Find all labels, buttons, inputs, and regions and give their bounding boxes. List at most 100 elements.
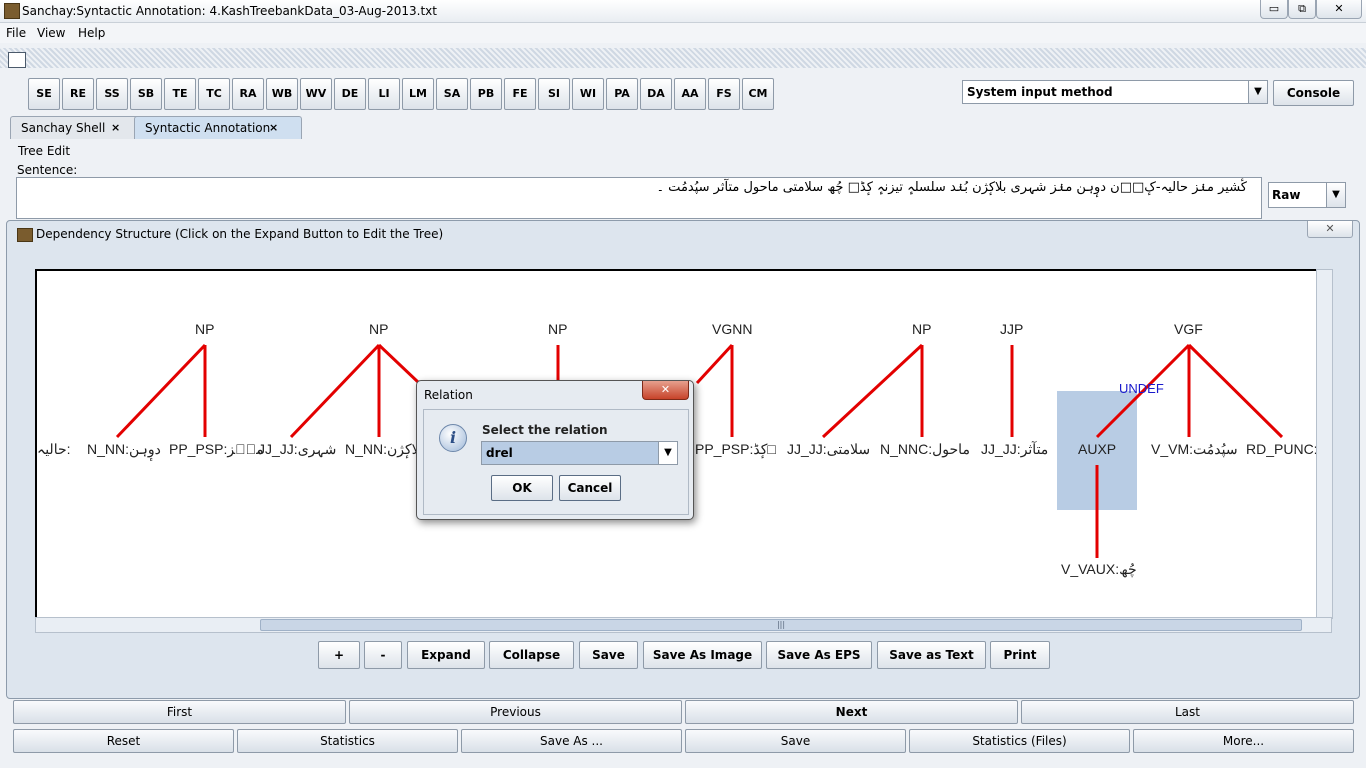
expand-button[interactable]: Expand xyxy=(407,641,485,669)
format-value: Raw xyxy=(1272,188,1301,202)
tab-label: Sanchay Shell xyxy=(21,121,106,135)
tree-edge xyxy=(1187,343,1284,439)
toolbar-button-wv[interactable]: WV xyxy=(300,78,332,110)
toolbar-button-si[interactable]: SI xyxy=(538,78,570,110)
toolbar-button-aa[interactable]: AA xyxy=(674,78,706,110)
tab-syntactic-annotation[interactable]: Syntactic Annotation × xyxy=(134,116,302,139)
menu-file[interactable]: File xyxy=(6,26,26,40)
app-icon xyxy=(4,3,20,19)
close-window-button[interactable]: ✕ xyxy=(1316,0,1362,19)
close-dependency-button[interactable]: ✕ xyxy=(1307,221,1353,238)
frame-icon[interactable] xyxy=(8,52,26,68)
toolbar-button-te[interactable]: TE xyxy=(164,78,196,110)
toolbar-button-sa[interactable]: SA xyxy=(436,78,468,110)
tree-edge xyxy=(821,343,924,439)
close-icon[interactable]: × xyxy=(111,117,120,139)
tree-edit-heading: Tree Edit xyxy=(18,144,71,158)
toolbar-button-re[interactable]: RE xyxy=(62,78,94,110)
minimize-button[interactable]: ▭ xyxy=(1260,0,1288,19)
toolbar-button-pa[interactable]: PA xyxy=(606,78,638,110)
close-icon[interactable]: × xyxy=(269,117,278,139)
leaf-node[interactable]: V_VM:سپُدمُت xyxy=(1151,441,1238,458)
next-button[interactable]: Next xyxy=(685,700,1018,724)
chevron-down-icon[interactable]: ▼ xyxy=(1248,81,1267,103)
close-dialog-button[interactable]: ✕ xyxy=(642,381,689,400)
toolbar-button-fe[interactable]: FE xyxy=(504,78,536,110)
leaf-node[interactable]: N_NN:بلاکٕژن xyxy=(345,441,424,458)
collapse-button[interactable]: Collapse xyxy=(489,641,574,669)
toolbar-button-wi[interactable]: WI xyxy=(572,78,604,110)
leaf-node[interactable]: N_NN:دوٕہن xyxy=(87,441,161,458)
save-file-button[interactable]: Save xyxy=(685,729,906,753)
toolbar-button-lm[interactable]: LM xyxy=(402,78,434,110)
relation-select[interactable]: drel ▼ xyxy=(481,441,678,465)
toolbar-button-ss[interactable]: SS xyxy=(96,78,128,110)
input-method-select[interactable]: System input method ▼ xyxy=(962,80,1268,104)
chevron-down-icon[interactable]: ▼ xyxy=(658,442,677,464)
app-icon xyxy=(17,228,33,242)
toolbar-button-wb[interactable]: WB xyxy=(266,78,298,110)
save-button[interactable]: Save xyxy=(579,641,638,669)
horizontal-scrollbar[interactable]: ||| xyxy=(35,617,1332,633)
leaf-node[interactable]: RD_PUNC: xyxy=(1246,441,1316,457)
dialog-title: Relation xyxy=(424,388,473,402)
relation-label[interactable]: UNDEF xyxy=(1119,381,1164,396)
format-select[interactable]: Raw ▼ xyxy=(1268,182,1346,208)
toolbar-button-de[interactable]: DE xyxy=(334,78,366,110)
toolbar-button-pb[interactable]: PB xyxy=(470,78,502,110)
previous-button[interactable]: Previous xyxy=(349,700,682,724)
phrase-node[interactable]: JJP xyxy=(1000,321,1023,337)
statistics-files-button[interactable]: Statistics (Files) xyxy=(909,729,1130,753)
zoom-in-button[interactable]: + xyxy=(318,641,360,669)
leaf-node-selected[interactable]: AUXP xyxy=(1078,441,1116,457)
toolbar-button-cm[interactable]: CM xyxy=(742,78,774,110)
sentence-textarea[interactable]: کٔشیر منٛز حالیہ-کٕ□□ن دوٕہن منٛز شہری ب… xyxy=(16,177,1262,219)
toolbar-button-tc[interactable]: TC xyxy=(198,78,230,110)
toolbar-button-se[interactable]: SE xyxy=(28,78,60,110)
statistics-button[interactable]: Statistics xyxy=(237,729,458,753)
more-button[interactable]: More... xyxy=(1133,729,1354,753)
leaf-node[interactable]: JJ_JJ:شہری xyxy=(258,441,336,458)
phrase-node[interactable]: VGF xyxy=(1174,321,1203,337)
save-as-text-button[interactable]: Save as Text xyxy=(877,641,986,669)
phrase-node[interactable]: NP xyxy=(195,321,214,337)
ok-button[interactable]: OK xyxy=(491,475,553,501)
leaf-node[interactable]: PP_PSP:کٕڈ□ xyxy=(695,441,776,458)
menu-view[interactable]: View xyxy=(37,26,65,40)
save-as-button[interactable]: Save As ... xyxy=(461,729,682,753)
sentence-label: Sentence: xyxy=(17,163,78,177)
tree-edge xyxy=(115,343,207,439)
scroll-thumb[interactable]: ||| xyxy=(260,619,1302,631)
leaf-node[interactable]: PP_PSP:منٛز xyxy=(169,441,264,458)
leaf-node[interactable]: V_VAUX:چُھ xyxy=(1061,561,1137,578)
first-button[interactable]: First xyxy=(13,700,346,724)
phrase-node[interactable]: VGNN xyxy=(712,321,752,337)
leaf-node[interactable]: JJ_JJ:متآثر xyxy=(981,441,1048,458)
vertical-scrollbar[interactable] xyxy=(1316,269,1333,619)
relation-value: drel xyxy=(486,446,513,460)
toolbar-button-ra[interactable]: RA xyxy=(232,78,264,110)
tab-sanchay-shell[interactable]: Sanchay Shell × xyxy=(10,116,144,139)
toolbar-button-da[interactable]: DA xyxy=(640,78,672,110)
toolbar-button-li[interactable]: LI xyxy=(368,78,400,110)
menu-help[interactable]: Help xyxy=(78,26,105,40)
console-button[interactable]: Console xyxy=(1273,80,1354,106)
print-button[interactable]: Print xyxy=(990,641,1050,669)
toolbar-button-fs[interactable]: FS xyxy=(708,78,740,110)
save-as-image-button[interactable]: Save As Image xyxy=(643,641,762,669)
phrase-node[interactable]: NP xyxy=(548,321,567,337)
last-button[interactable]: Last xyxy=(1021,700,1354,724)
reset-button[interactable]: Reset xyxy=(13,729,234,753)
chevron-down-icon[interactable]: ▼ xyxy=(1326,183,1345,207)
cancel-button[interactable]: Cancel xyxy=(559,475,621,501)
phrase-node[interactable]: NP xyxy=(912,321,931,337)
leaf-node[interactable]: حالیہ: xyxy=(37,441,71,458)
phrase-node[interactable]: NP xyxy=(369,321,388,337)
toolbar-button-sb[interactable]: SB xyxy=(130,78,162,110)
maximize-button[interactable]: ⧉ xyxy=(1288,0,1316,19)
leaf-node[interactable]: JJ_JJ:سلامتی xyxy=(787,441,870,458)
relation-dialog: Relation ✕ i Select the relation drel ▼ … xyxy=(416,380,694,520)
zoom-out-button[interactable]: - xyxy=(364,641,402,669)
leaf-node[interactable]: N_NNC:ماحول xyxy=(880,441,970,458)
save-as-eps-button[interactable]: Save As EPS xyxy=(766,641,872,669)
